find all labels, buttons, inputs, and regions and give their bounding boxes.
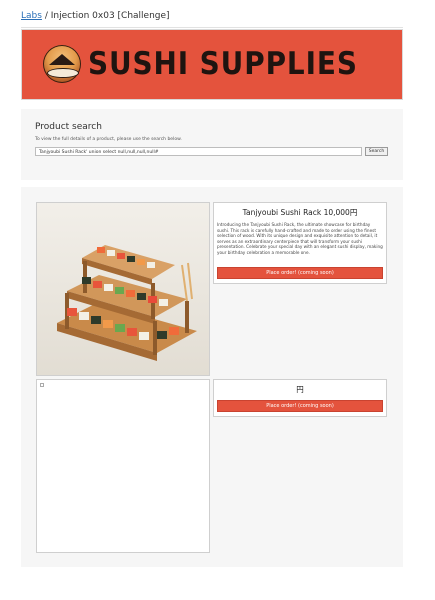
sushi-rack-image (37, 203, 209, 375)
search-button[interactable]: Search (365, 147, 388, 156)
product-title: 円 (296, 385, 304, 394)
broken-image-icon (40, 383, 44, 387)
search-panel: Product search To view the full details … (21, 109, 403, 180)
product-image-sushi-rack (36, 202, 210, 376)
product-title: Tanjyoubi Sushi Rack 10,000円 (242, 208, 358, 217)
search-input[interactable]: Tanjyoubi Sushi Rack' union select null,… (35, 147, 362, 156)
breadcrumb-link-labs[interactable]: Labs (21, 11, 42, 21)
sushi-logo-icon (43, 45, 81, 83)
search-help-text: To view the full details of a product, p… (35, 137, 182, 142)
search-title: Product search (35, 122, 102, 132)
site-banner: SUSHI SUPPLIES (21, 29, 403, 100)
product-card: 円 Place order! (coming soon) (213, 379, 387, 417)
product-description: Introducing the Tanjyoubi Sushi Rack, th… (217, 222, 383, 255)
breadcrumb-current: Injection 0x03 [Challenge] (50, 11, 170, 21)
brand-name: SUSHI SUPPLIES (88, 46, 358, 82)
breadcrumb-separator: / (44, 11, 48, 21)
breadcrumb: Labs / Injection 0x03 [Challenge] (21, 10, 403, 28)
product-card: Tanjyoubi Sushi Rack 10,000円 Introducing… (213, 202, 387, 284)
place-order-button[interactable]: Place order! (coming soon) (217, 400, 383, 412)
place-order-button[interactable]: Place order! (coming soon) (217, 267, 383, 279)
product-image-broken (36, 379, 210, 553)
results-panel: Tanjyoubi Sushi Rack 10,000円 Introducing… (21, 187, 403, 567)
